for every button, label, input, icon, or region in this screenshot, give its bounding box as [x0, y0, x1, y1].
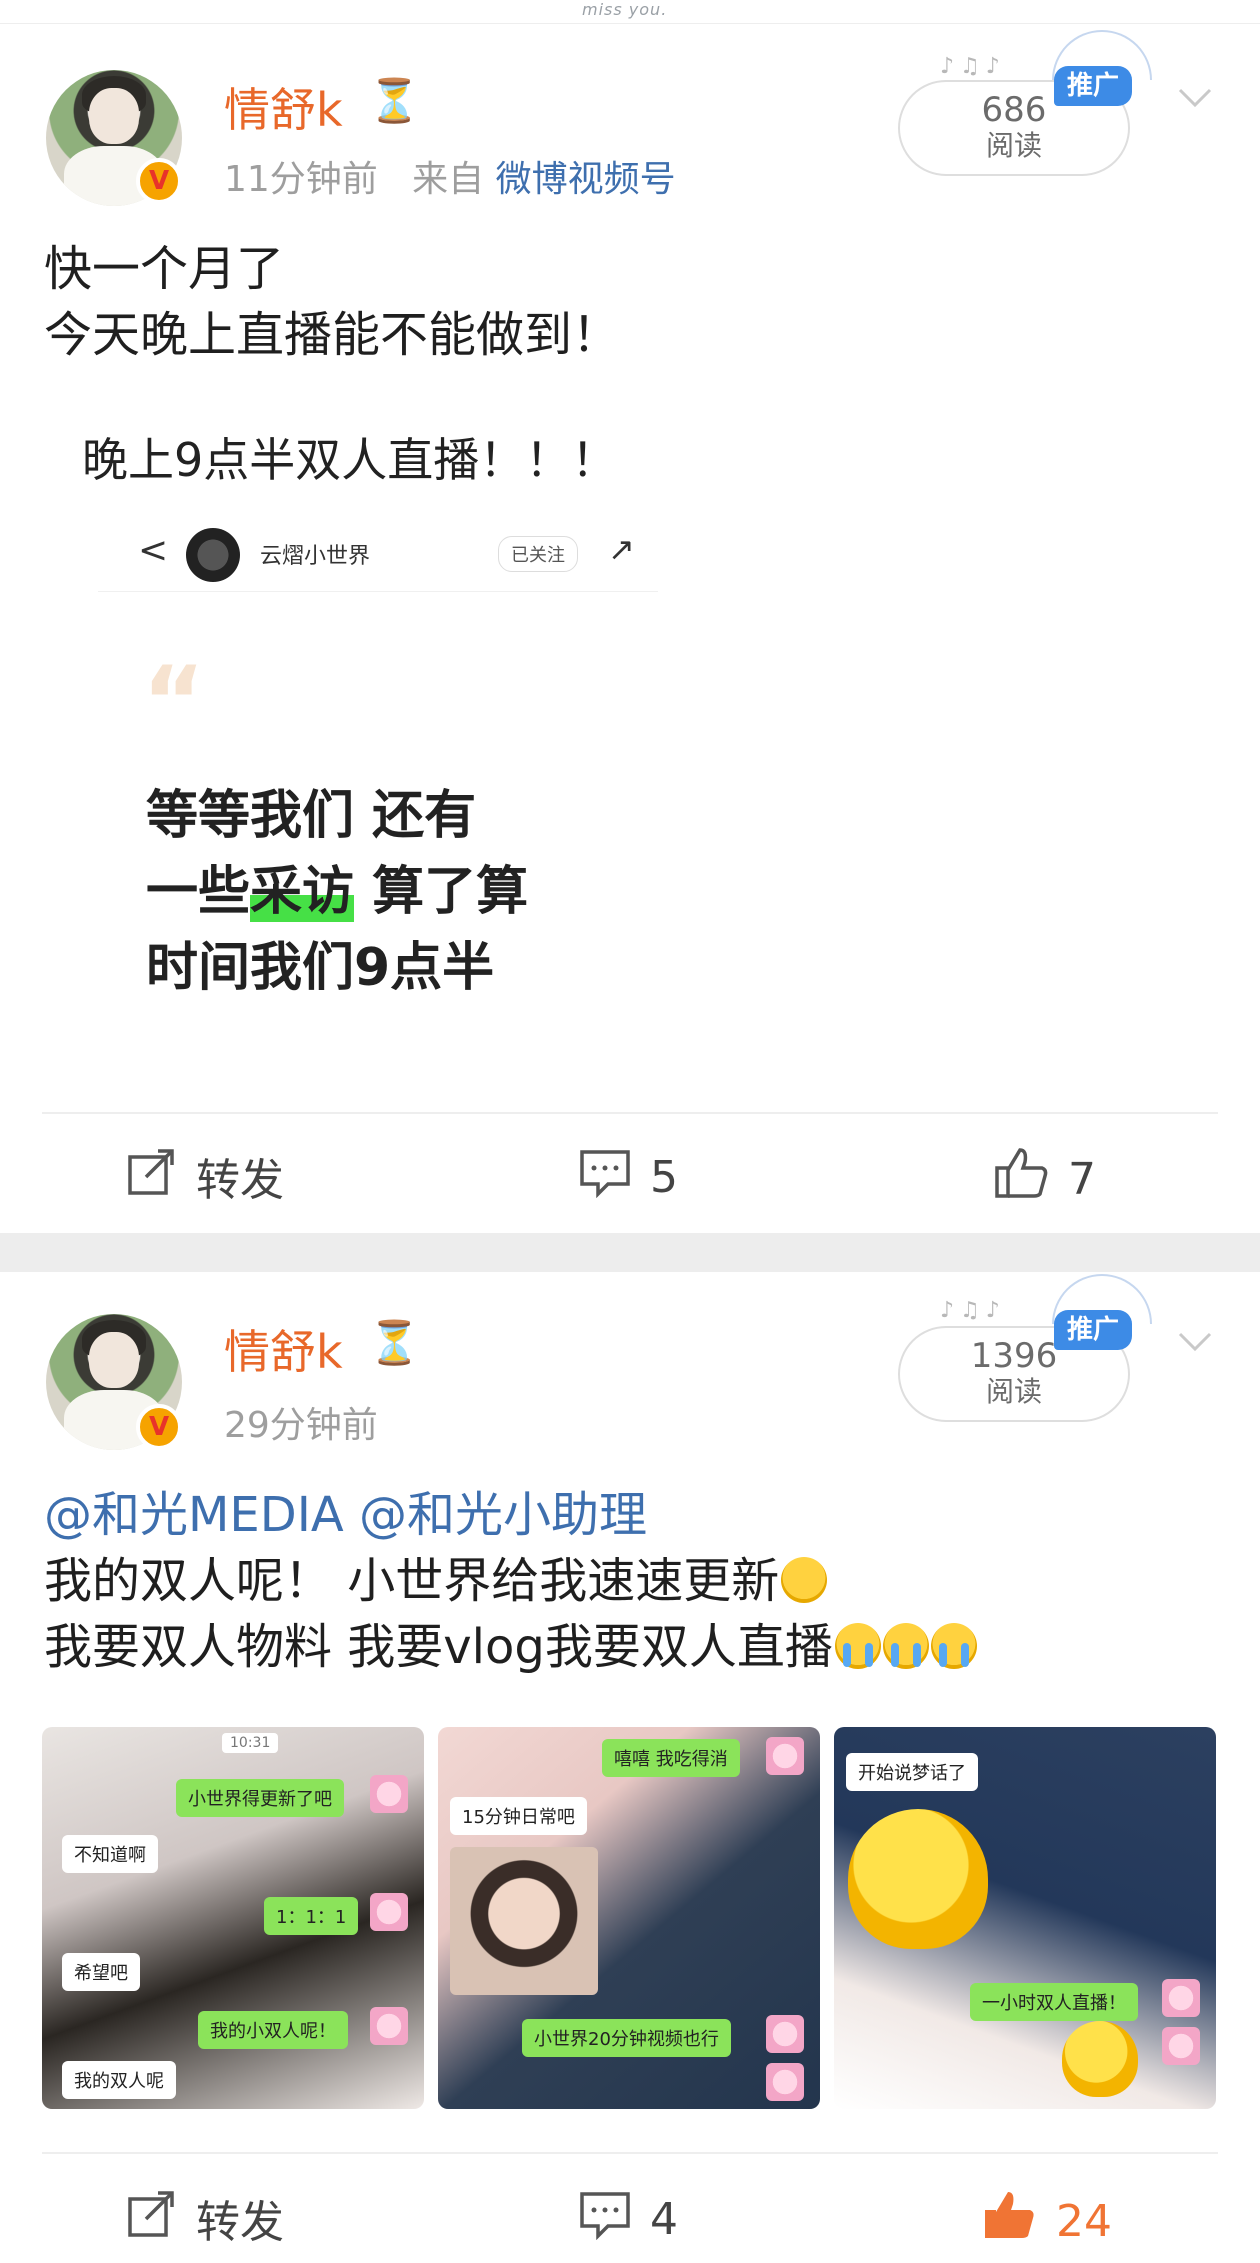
chat-bubble: 小世界得更新了吧	[176, 1779, 344, 1817]
chat-avatar	[370, 2007, 408, 2045]
like-count: 24	[1056, 2196, 1112, 2247]
post-meta: 11分钟前 来自 微博视频号	[224, 150, 676, 202]
promo-badge[interactable]: 推广	[1054, 66, 1132, 106]
chat-bubble: 希望吧	[62, 1953, 140, 1991]
repost-label: 转发	[196, 2197, 284, 2248]
back-icon: <	[138, 530, 169, 571]
verified-badge-icon: V	[136, 158, 182, 204]
image-caption: 晚上9点半双人直播！！！	[82, 433, 618, 487]
follow-badge: 已关注	[498, 536, 578, 572]
comment-icon	[580, 1150, 630, 1198]
share-icon: ↗	[608, 530, 635, 568]
comment-count: 5	[650, 1152, 678, 1203]
chat-avatar	[766, 1737, 804, 1775]
post-line: 我要双人物料 我要vlog我要双人直播	[44, 1614, 977, 1680]
promo-badge[interactable]: 推广	[1054, 1310, 1132, 1350]
hourglass-icon: ⏳	[368, 1318, 421, 1367]
chat-bubble: 不知道啊	[62, 1835, 158, 1873]
post-card[interactable]: V 情舒k ⏳ 11分钟前 来自 微博视频号 ♪♫♪ 686 阅读 推广 快一个…	[0, 26, 1260, 1233]
duck-sticker	[848, 1809, 988, 1949]
repost-icon	[128, 2191, 174, 2237]
like-button-active[interactable]: 24	[982, 2186, 1112, 2247]
duck-sticker	[1062, 2021, 1138, 2097]
repost-label: 转发	[196, 1155, 284, 1206]
chat-bubble: 15分钟日常吧	[450, 1797, 587, 1835]
repost-button[interactable]: 转发	[124, 2186, 284, 2250]
quote-line: 等等我们 还有	[146, 786, 477, 846]
post-image-3[interactable]: 开始说梦话了 一小时双人直播！	[834, 1727, 1216, 2109]
post-meta: 29分钟前	[224, 1396, 378, 1448]
post-image-2[interactable]: 嘻嘻 我吃得消 15分钟日常吧 小世界20分钟视频也行	[438, 1727, 820, 2109]
post-text: @和光MEDIA @和光小助理 我的双人呢！ 小世界给我速速更新 我要双人物料 …	[44, 1482, 977, 1680]
quote-line: 时间我们9点半	[146, 938, 495, 998]
music-notes-icon: ♪♫♪	[940, 54, 1006, 79]
like-count: 7	[1068, 1154, 1096, 1205]
mention-link[interactable]: @和光MEDIA	[44, 1487, 344, 1543]
quote-mark: “	[142, 646, 206, 758]
chat-avatar	[186, 528, 240, 582]
post-time: 11分钟前	[224, 159, 378, 200]
post-text: 快一个月了 今天晚上直播能不能做到！	[44, 236, 620, 368]
comment-icon	[580, 2192, 630, 2240]
chat-bubble: 我的双人呢	[62, 2061, 176, 2099]
chevron-down-icon[interactable]	[1176, 1322, 1214, 1360]
username[interactable]: 情舒k	[224, 1316, 343, 1382]
chat-bubble: 一小时双人直播！	[970, 1983, 1138, 2021]
comment-button[interactable]: 5	[578, 1144, 678, 1203]
divider	[42, 1112, 1218, 1114]
chat-bubble: 开始说梦话了	[846, 1753, 978, 1791]
read-label: 阅读	[985, 129, 1042, 162]
post-line: 今天晚上直播能不能做到！	[44, 307, 621, 363]
chat-avatar	[370, 1893, 408, 1931]
quote-line-highlight: 一些采访 算了算	[146, 862, 529, 922]
repost-icon	[128, 1149, 174, 1195]
post-image-1[interactable]: 10:31 小世界得更新了吧 不知道啊 1：1：1 希望吧 我的小双人呢！ 我的…	[42, 1727, 424, 2109]
source-link[interactable]: 微博视频号	[496, 159, 676, 200]
repost-button[interactable]: 转发	[124, 1144, 284, 1208]
read-label: 阅读	[985, 1375, 1042, 1408]
chat-avatar	[1162, 1979, 1200, 2017]
like-button[interactable]: 7	[994, 1144, 1096, 1205]
verified-badge-icon: V	[136, 1404, 182, 1450]
thumbs-up-filled-icon	[985, 2192, 1034, 2238]
chevron-down-icon[interactable]	[1176, 78, 1214, 116]
chat-bubble: 1：1：1	[264, 1897, 359, 1935]
chat-avatar	[766, 2063, 804, 2101]
chat-bubble: 嘻嘻 我吃得消	[602, 1739, 740, 1777]
mention-link[interactable]: @和光小助理	[359, 1487, 647, 1543]
chat-name: 云熠小世界	[260, 544, 371, 569]
post-time: 29分钟前	[224, 1405, 378, 1446]
source-prefix: 来自	[412, 159, 485, 200]
chat-avatar	[766, 2015, 804, 2053]
embedded-image[interactable]: 晚上9点半双人直播！！！ < 云熠小世界 已关注 ↗ “ 等等我们 还有 一些采…	[42, 408, 1218, 1068]
post-line: 快一个月了	[44, 241, 285, 297]
thumbs-up-icon	[995, 1148, 1048, 1198]
hourglass-icon: ⏳	[368, 76, 421, 125]
top-strip: miss you.	[0, 0, 1260, 24]
post-separator	[0, 1233, 1260, 1272]
divider	[42, 2152, 1218, 2154]
chat-bubble: 我的小双人呢！	[198, 2011, 348, 2049]
chat-time: 10:31	[222, 1733, 279, 1753]
music-notes-icon: ♪♫♪	[940, 1298, 1006, 1323]
chat-avatar	[1162, 2027, 1200, 2065]
chat-header: < 云熠小世界 已关注 ↗	[98, 516, 658, 592]
crying-emoji-icon	[882, 1623, 929, 1669]
strip-text: miss you.	[582, 0, 668, 19]
post-line: 我的双人呢！ 小世界给我速速更新	[44, 1548, 977, 1614]
crying-emoji-icon	[930, 1623, 977, 1669]
chat-bubble: 小世界20分钟视频也行	[522, 2019, 731, 2057]
mention-line: @和光MEDIA @和光小助理	[44, 1482, 977, 1548]
chat-avatar	[370, 1775, 408, 1813]
smile-emoji-icon	[781, 1557, 828, 1603]
username[interactable]: 情舒k	[224, 74, 343, 140]
comment-count: 4	[650, 2194, 678, 2245]
photo-sticker	[450, 1847, 598, 1995]
crying-emoji-icon	[834, 1623, 881, 1669]
comment-button[interactable]: 4	[578, 2186, 678, 2245]
